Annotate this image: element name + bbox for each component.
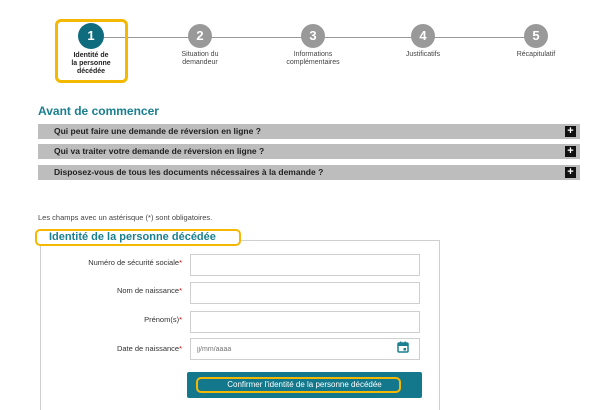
- step-label-line: Situation du: [181, 51, 219, 58]
- form-legend: Identité de la personne décédée: [49, 231, 216, 243]
- birth-date-label: Date de naissance*: [42, 344, 182, 353]
- birth-name-input[interactable]: [190, 282, 420, 304]
- required-mark: *: [179, 315, 182, 324]
- step-label-line: Identité de: [73, 52, 109, 59]
- step-5: 5 Récapitulatif: [491, 24, 581, 59]
- step-label-line: Récapitulatif: [516, 51, 556, 58]
- step-label-line: décédée: [76, 68, 106, 75]
- step-number: 5: [524, 24, 548, 48]
- field-label-text: Numéro de sécurité sociale: [88, 258, 180, 267]
- first-names-label: Prénom(s)*: [42, 315, 182, 324]
- step-label: Identité de la personne décédée: [46, 52, 136, 76]
- plus-icon[interactable]: +: [565, 146, 576, 157]
- section-title: Avant de commencer: [38, 104, 159, 118]
- step-label-line: Informations: [293, 51, 333, 58]
- required-mark: *: [179, 258, 182, 267]
- step-label-line: demandeur: [182, 59, 218, 66]
- step-1[interactable]: 1 Identité de la personne décédée: [46, 23, 136, 76]
- step-number: 2: [188, 24, 212, 48]
- field-label-text: Prénom(s): [144, 315, 180, 324]
- step-number: 4: [411, 24, 435, 48]
- step-4: 4 Justificatifs: [378, 24, 468, 59]
- step-number: 1: [78, 23, 104, 49]
- accordion-who-processes[interactable]: Qui va traiter votre demande de réversio…: [38, 144, 580, 159]
- plus-icon[interactable]: +: [565, 167, 576, 178]
- step-label: Récapitulatif: [491, 51, 581, 59]
- ssn-label: Numéro de sécurité sociale*: [42, 258, 182, 267]
- confirm-identity-label[interactable]: Confirmer l'identité de la personne décé…: [187, 380, 422, 390]
- plus-icon[interactable]: +: [565, 126, 576, 137]
- birth-name-label: Nom de naissance*: [42, 286, 182, 295]
- stepper: 1 Identité de la personne décédée 2 Situ…: [0, 0, 598, 100]
- required-mark: *: [179, 344, 182, 353]
- birth-date-input[interactable]: [190, 338, 420, 360]
- step-label-line: la personne: [71, 60, 111, 67]
- step-label-line: Justificatifs: [405, 51, 441, 58]
- accordion-label: Qui va traiter votre demande de réversio…: [54, 146, 265, 156]
- step-label: Informations complémentaires: [268, 51, 358, 67]
- field-label-text: Date de naissance: [116, 344, 180, 353]
- step-label: Situation du demandeur: [155, 51, 245, 67]
- accordion-label: Qui peut faire une demande de réversion …: [54, 126, 261, 136]
- step-number: 3: [301, 24, 325, 48]
- step-label: Justificatifs: [378, 51, 468, 59]
- required-fields-note: Les champs avec un astérisque (*) sont o…: [38, 213, 213, 222]
- ssn-input[interactable]: [190, 254, 420, 276]
- step-label-line: complémentaires: [286, 59, 340, 66]
- field-label-text: Nom de naissance: [116, 286, 180, 295]
- step-2: 2 Situation du demandeur: [155, 24, 245, 67]
- step-3: 3 Informations complémentaires: [268, 24, 358, 67]
- first-names-input[interactable]: [190, 311, 420, 333]
- accordion-who-can-apply[interactable]: Qui peut faire une demande de réversion …: [38, 124, 580, 139]
- required-mark: *: [179, 286, 182, 295]
- accordion-documents[interactable]: Disposez-vous de tous les documents néce…: [38, 165, 580, 180]
- accordion-label: Disposez-vous de tous les documents néce…: [54, 167, 324, 177]
- calendar-icon[interactable]: [397, 341, 409, 353]
